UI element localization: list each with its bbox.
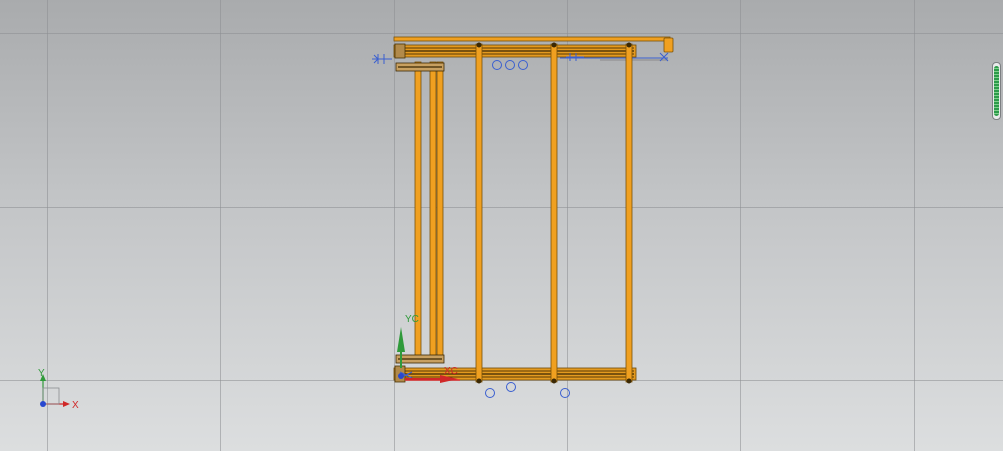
- triad-y-label: Y: [38, 368, 45, 379]
- scroll-indicator-fill: [994, 66, 999, 116]
- view-scroll-indicator[interactable]: [992, 62, 1001, 120]
- view-triad[interactable]: Y X: [38, 368, 79, 411]
- frame-assembly-model[interactable]: YC XC Y X: [0, 0, 1003, 451]
- xc-axis-label: XC: [444, 366, 458, 377]
- graphics-viewport[interactable]: YC XC Y X: [0, 0, 1003, 451]
- yc-axis-label: YC: [405, 314, 419, 325]
- vertical-bars[interactable]: [414, 42, 633, 384]
- triad-x-label: X: [72, 400, 79, 411]
